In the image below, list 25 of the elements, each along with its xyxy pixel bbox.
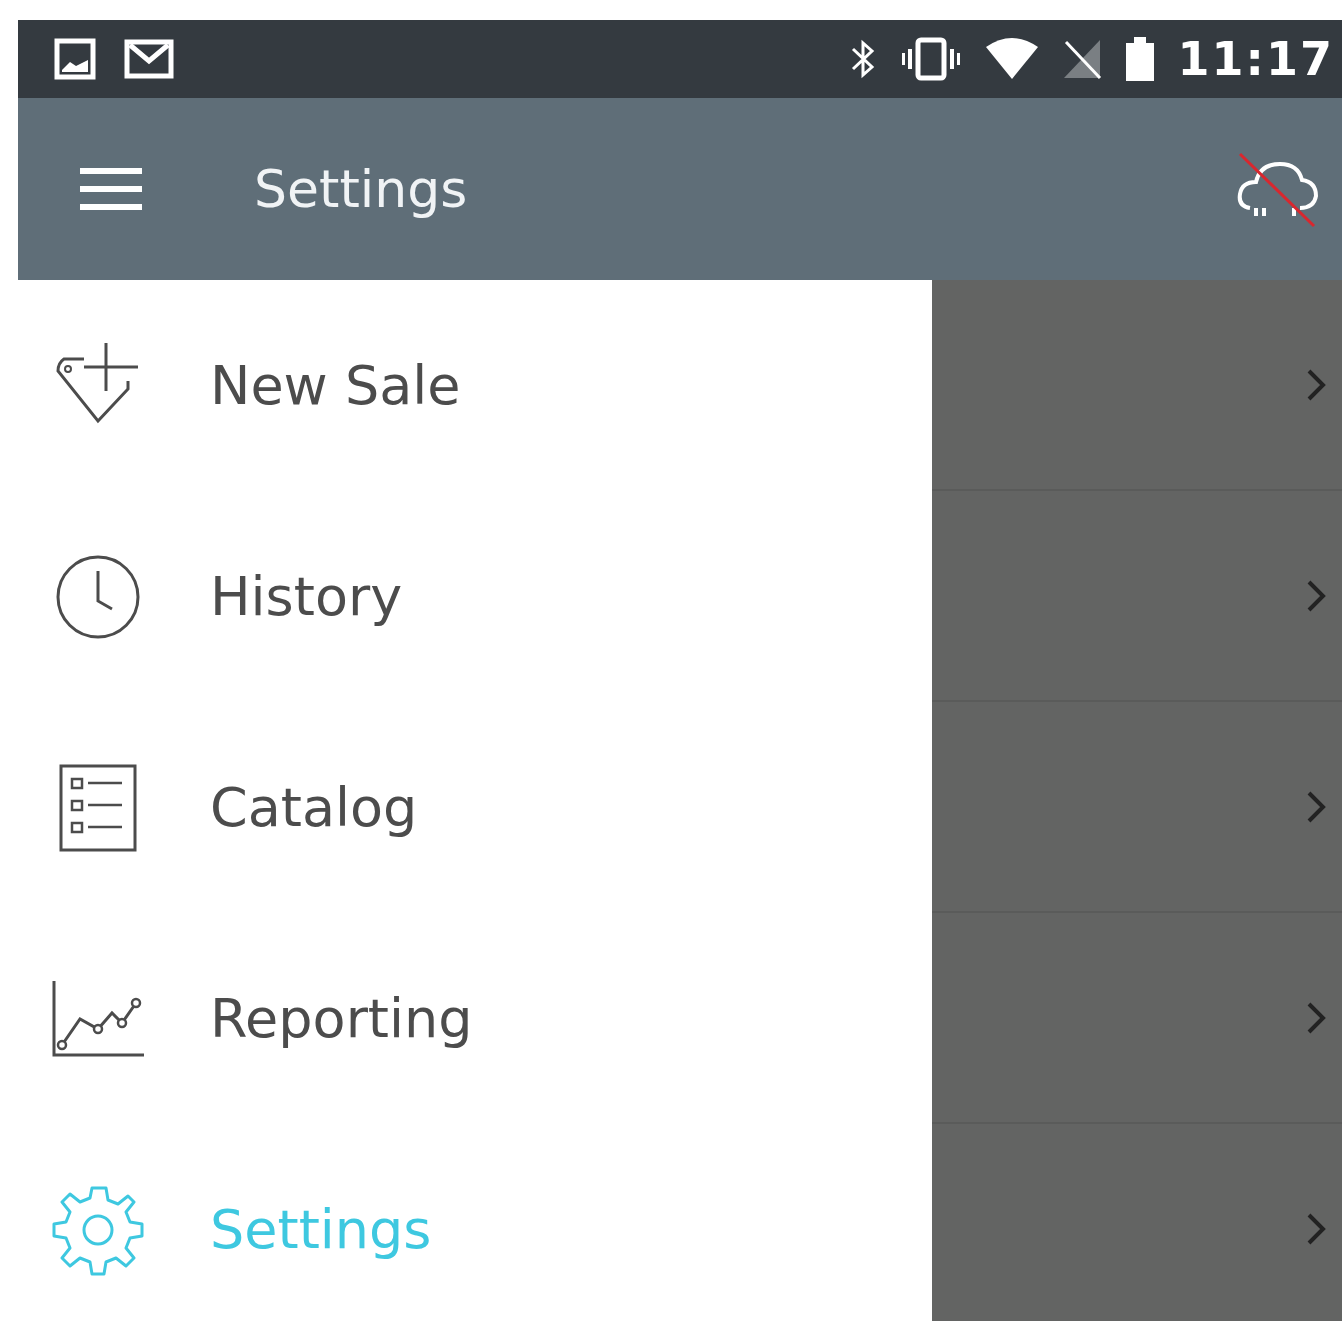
no-signal-icon bbox=[1061, 38, 1102, 80]
menu-icon[interactable] bbox=[80, 166, 142, 212]
image-icon bbox=[54, 38, 96, 80]
drawer-item-label: Catalog bbox=[210, 776, 418, 839]
chevron-right-icon bbox=[1306, 789, 1326, 824]
vibrate-icon bbox=[899, 37, 962, 81]
chevron-right-icon bbox=[1306, 1211, 1326, 1246]
drawer-item-label: Settings bbox=[210, 1198, 432, 1261]
drawer-item-label: History bbox=[210, 565, 403, 628]
cloud-off-icon[interactable] bbox=[1236, 150, 1320, 228]
drawer-item-label: New Sale bbox=[210, 354, 461, 417]
wifi-icon bbox=[983, 37, 1040, 81]
mail-icon bbox=[124, 39, 174, 79]
drawer-item[interactable]: History bbox=[0, 491, 932, 702]
chevron-right-icon bbox=[1306, 578, 1326, 613]
drawer-item-label: Reporting bbox=[210, 987, 473, 1050]
battery-icon bbox=[1123, 35, 1156, 83]
chevron-right-icon bbox=[1306, 1000, 1326, 1035]
line-chart-icon bbox=[50, 978, 146, 1059]
drawer-item[interactable]: Reporting bbox=[0, 913, 932, 1124]
app-bar-title: Settings bbox=[254, 159, 469, 219]
chevron-right-icon bbox=[1306, 367, 1326, 402]
drawer-item[interactable]: Catalog bbox=[0, 702, 932, 913]
status-time: 11:17 bbox=[1177, 32, 1334, 86]
drawer-item[interactable]: New Sale bbox=[0, 280, 932, 491]
